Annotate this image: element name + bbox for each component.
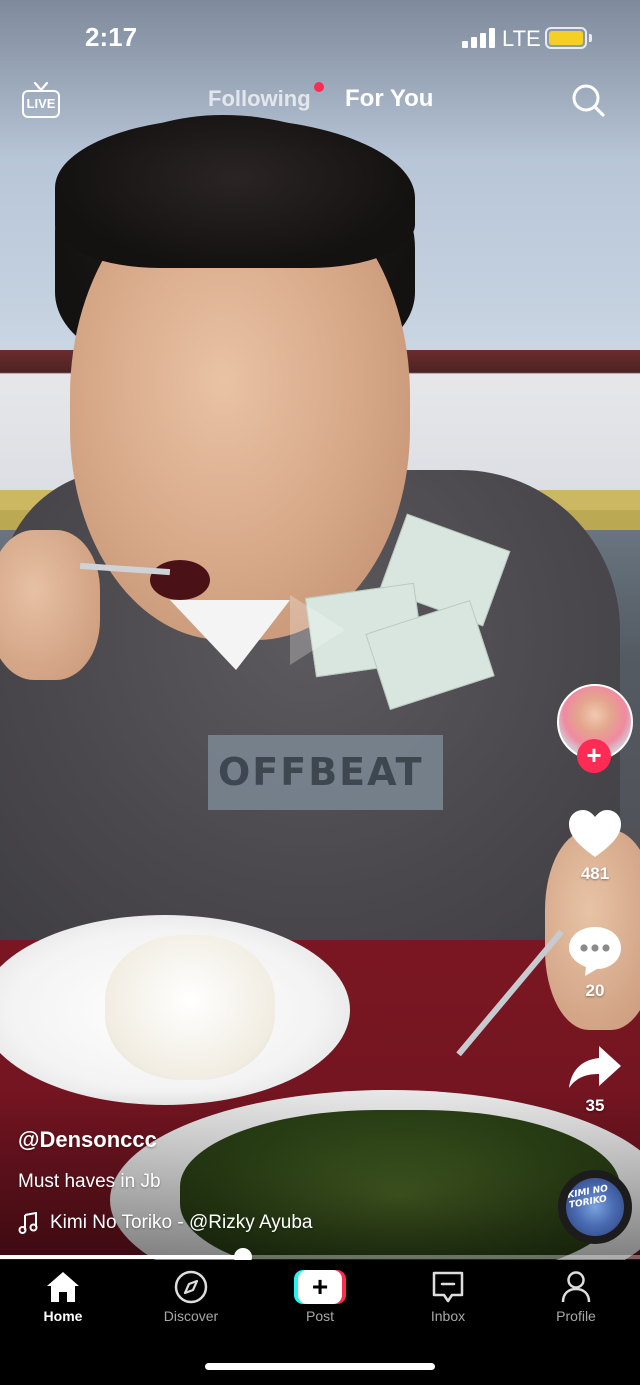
like-count: 481 bbox=[580, 864, 610, 883]
follow-button[interactable]: + bbox=[577, 739, 611, 773]
heart-icon bbox=[569, 810, 621, 857]
search-button[interactable] bbox=[570, 82, 606, 118]
comment-button[interactable]: 20 bbox=[560, 925, 630, 1001]
disc-album-text: KIMI NO TORIKO bbox=[566, 1183, 609, 1211]
tab-inbox-label: Inbox bbox=[430, 1308, 466, 1324]
battery-icon bbox=[545, 27, 587, 49]
music-disc[interactable]: KIMI NO TORIKO bbox=[558, 1170, 632, 1244]
tab-inbox[interactable]: Inbox bbox=[398, 1270, 498, 1324]
shirt-print: OFFBEAT bbox=[208, 735, 443, 810]
share-button[interactable]: 35 bbox=[560, 1044, 630, 1116]
live-label: LIVE bbox=[22, 90, 60, 118]
tab-for-you[interactable]: For You bbox=[345, 85, 433, 113]
tab-profile[interactable]: Profile bbox=[526, 1270, 626, 1324]
video-player[interactable]: OFFBEAT bbox=[0, 0, 640, 1260]
play-icon bbox=[290, 595, 345, 665]
music-note-icon bbox=[18, 1212, 38, 1234]
video-progress-bar[interactable] bbox=[0, 1248, 640, 1266]
status-time: 2:17 bbox=[85, 22, 138, 52]
inbox-icon bbox=[432, 1271, 464, 1303]
home-indicator bbox=[205, 1363, 435, 1370]
compass-icon bbox=[174, 1270, 208, 1304]
fork-right bbox=[456, 929, 564, 1057]
tab-home-label: Home bbox=[43, 1308, 83, 1324]
battery-tip bbox=[589, 34, 592, 42]
creator-username[interactable]: @Densonccc bbox=[18, 1127, 157, 1153]
tab-discover[interactable]: Discover bbox=[141, 1270, 241, 1324]
share-count: 35 bbox=[585, 1096, 605, 1115]
like-button[interactable]: 481 bbox=[560, 808, 630, 884]
music-title: Kimi No Toriko - @Rizky Ayuba bbox=[50, 1212, 313, 1233]
search-icon bbox=[572, 84, 605, 117]
comment-icon bbox=[569, 927, 621, 976]
plus-icon: + bbox=[298, 1270, 342, 1304]
tab-following[interactable]: Following bbox=[208, 86, 311, 112]
tab-post[interactable]: + Post bbox=[270, 1270, 370, 1324]
tab-post-label: Post bbox=[305, 1308, 334, 1324]
post-button[interactable]: + bbox=[294, 1270, 346, 1304]
signal-icon bbox=[462, 28, 496, 48]
video-caption: Must haves in Jb bbox=[18, 1171, 161, 1192]
notification-dot bbox=[314, 82, 324, 92]
live-button[interactable]: LIVE bbox=[22, 82, 60, 118]
person-hand-left bbox=[0, 530, 100, 680]
share-arrow-icon bbox=[569, 1046, 621, 1088]
network-label: LTE bbox=[502, 26, 541, 51]
progress-fill bbox=[0, 1255, 244, 1259]
plus-icon: + bbox=[586, 740, 602, 770]
rice bbox=[105, 935, 275, 1080]
person-icon bbox=[561, 1271, 591, 1303]
tab-home[interactable]: Home bbox=[13, 1270, 113, 1324]
music-info[interactable]: Kimi No Toriko - @Rizky Ayuba bbox=[18, 1212, 313, 1234]
person-mouth bbox=[150, 560, 210, 600]
comment-count: 20 bbox=[585, 981, 605, 1000]
home-icon bbox=[47, 1272, 79, 1302]
tab-profile-label: Profile bbox=[556, 1308, 596, 1324]
tab-discover-label: Discover bbox=[163, 1308, 219, 1324]
